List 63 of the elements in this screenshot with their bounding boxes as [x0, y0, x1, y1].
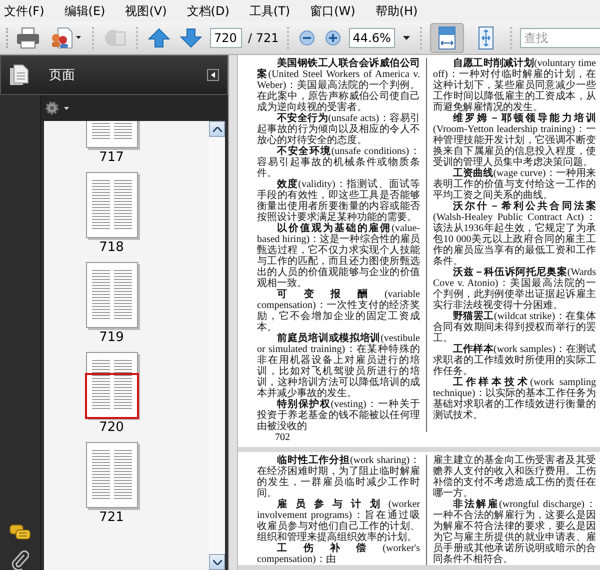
- glossary-entry: 工伤补偿(worker's compensation)：由: [257, 543, 420, 565]
- zoom-dropdown-button[interactable]: [400, 34, 412, 42]
- menu-item[interactable]: 窗口(W): [310, 2, 356, 20]
- menu-item[interactable]: 文档(D): [186, 2, 230, 20]
- collapse-button[interactable]: [207, 69, 219, 81]
- glossary-entry: 雇员参与计划(worker involvement programs)：旨在通过吸收雇员参与对他们自己工作的计划、组织和管理来提高组织效率的计划。: [257, 499, 420, 543]
- glossary-entry: 非法解雇(wrongful discharge)：一种不合法的解雇行为，这要么是因为解雇不符合法律的要求，要么是因为它与雇主所提供的就业申请表、雇员手册或其他承诺所说明或暗示的合同条件不相符合。: [433, 499, 596, 565]
- page-label: 721: [99, 510, 124, 525]
- page-number: 702: [275, 432, 290, 444]
- zoom-field[interactable]: 44.6%: [348, 28, 395, 48]
- page-label: 718: [99, 240, 124, 255]
- menu-item[interactable]: 编辑(E): [64, 2, 106, 20]
- glossary-entry: 工作样本技术(work sampling technique)：以实际的基本工作任务为基础对求职者的工作绩效进行衡量的测试技术。: [433, 377, 596, 421]
- menu-item[interactable]: 帮助(H): [375, 2, 418, 20]
- glossary-entry: 工资曲线(wage curve)：一种用来表明工作的价值与支付给这一工作的平均工资之间关系的曲线。: [433, 168, 596, 201]
- page-label: 720: [99, 420, 124, 435]
- glossary-entry: 美国钢铁工人联合会诉威伯公司案(United Steel Workers of America v. Weber)：美国最高法院的一个判例。在此案中，原告声称威伯公司使自己成为逆向歧视的受害者。: [257, 58, 420, 113]
- glossary-entry: 前庭员培训或模拟培训(vestibule or simulated training)：在某种特殊的非在用机器设备上对雇员进行的培训，比如对飞机驾驶员所进行的培训，这种培训方法可以降低培训的成本并减少事故的发生。: [257, 333, 420, 399]
- zoom-out-button[interactable]: [296, 29, 317, 47]
- page-number-field[interactable]: 720: [210, 28, 242, 48]
- previous-page-button[interactable]: [146, 27, 172, 49]
- page-label: 717: [99, 150, 124, 165]
- paperclip-icon[interactable]: [11, 550, 29, 570]
- fit-page-icon: [478, 26, 494, 50]
- comments-icon[interactable]: [9, 524, 31, 542]
- glossary-entry: 维罗姆－耶顿领导能力培训(Vroom-Yetton leadership training)：一种管理技能开发计划，它强调不断变换来自下属雇员的信息投入程度，使受训的管理人员集中考虑决策问题。: [433, 113, 596, 168]
- page-label: 719: [99, 330, 124, 345]
- glossary-entry: 可变报酬(variable compensation)：一次性支付的经济奖励，它不会增加企业的固定工资成本。: [257, 289, 420, 333]
- pages-icon[interactable]: [9, 64, 29, 86]
- menu-item[interactable]: 视图(V): [125, 2, 167, 20]
- chevron-up-icon: [212, 126, 222, 132]
- fit-width-button[interactable]: [430, 23, 464, 53]
- print-button[interactable]: [14, 26, 42, 50]
- glossary-entry: 以价值观为基础的雇佣(value-based hiring)：这是一种综合性的雇员甄选过程，它不仅力求实现个人技能与工作的匹配，而且还力图使所甄选出的人员的价值观能够与企业的价值观相一致。: [257, 223, 420, 289]
- glossary-entry: 自愿工时削减计划(voluntary time off)：一种对付临时解雇的计划，在这种计划下，某些雇员同意减少一些工作时间以降低雇主的工资成本，从而避免解雇情况的发生。: [433, 58, 596, 113]
- page-thumbnail[interactable]: [86, 172, 138, 238]
- menu-item[interactable]: 工具(T): [249, 2, 290, 20]
- chevron-down-icon: [212, 560, 222, 564]
- options-button[interactable]: [45, 101, 71, 115]
- glossary-entry: 沃尔什－希利公共合同法案(Walsh-Healey Public Contract Act)：该法从1936年起生效，它规定了为承包10 000美元以上政府合同的雇主工作的雇员应当享有的最低工资和工作条件。: [433, 201, 596, 267]
- glossary-entry: 野猫罢工(wildcat strike)：在集体合同有效期间未得到授权而举行的罢工。: [433, 311, 596, 344]
- glossary-entry: 效度(validity)：指测试、面试等手段的有效性，即这些工具是否能够衡量出使用者所要衡量的内容或能否按照设计要求满足某种功能的需要。: [257, 179, 420, 223]
- glossary-entry: 雇主建立的基金向工伤受害者及其受赡养人支付的收入和医疗费用。工伤补偿的支付不考虑造成工伤的责任在哪一方。: [433, 455, 596, 499]
- menu-item[interactable]: 文件(F): [4, 2, 44, 20]
- page-thumbnail[interactable]: [86, 262, 138, 328]
- glossary-entry: 临时性工作分担(work sharing)：在经济困难时期，为了阻止临时解雇的发生，一群雇员临时减少工作时间。: [257, 455, 420, 499]
- search-field[interactable]: 查找: [520, 28, 600, 48]
- page-thumbnail[interactable]: [86, 442, 138, 508]
- glossary-entry: 工作样本(work samples)：在测试求职者的工作绩效时所使用的实际工作任务。: [433, 344, 596, 377]
- viewport-frame: [84, 373, 138, 419]
- glossary-entry: 沃兹－科伍诉阿托尼奥案(Wards Cove v. Atonio)：美国最高法院的一个判例，此判例使举出证据起诉雇主实行非法歧视变得十分困难。: [433, 267, 596, 311]
- fit-width-icon: [438, 26, 456, 50]
- next-page-button[interactable]: [178, 27, 204, 49]
- glossary-entry: 不安全环境(unsafe conditions)：容易引起事故的机械条件或物质条件。: [257, 146, 420, 179]
- zoom-in-button[interactable]: [322, 29, 343, 47]
- scroll-down-button[interactable]: [209, 554, 225, 570]
- scroll-up-button[interactable]: [209, 121, 225, 137]
- glossary-entry: 不安全行为(unsafe acts)：容易引起事故的行为倾向以及相应的令人不放心的对待安全的态度。: [257, 113, 420, 146]
- panel-title: 页面: [49, 67, 75, 84]
- triangle-left-icon: [211, 72, 215, 78]
- page-thumbnail[interactable]: [86, 352, 138, 418]
- page-count: / 721: [248, 31, 279, 45]
- glossary-entry: 特别保护权(vesting)：一种关于投资于养老基金的钱不能被以任何理由被没收的: [257, 399, 420, 432]
